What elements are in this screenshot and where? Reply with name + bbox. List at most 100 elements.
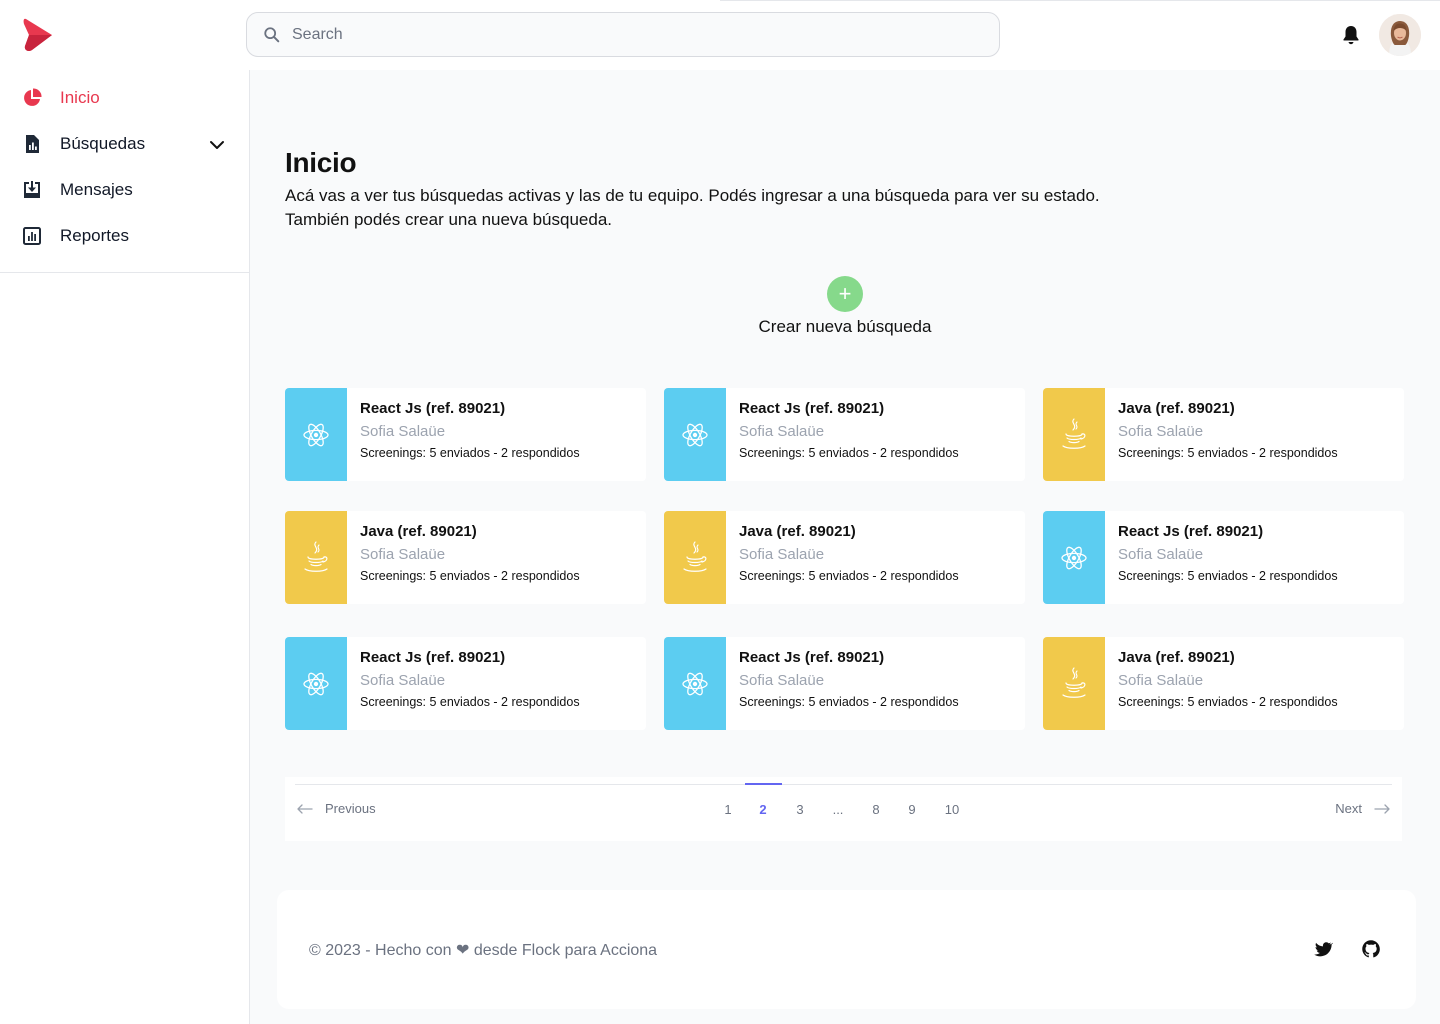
- document-chart-icon: [22, 134, 42, 154]
- sidebar-item-label: Búsquedas: [60, 134, 146, 153]
- card-info: Java (ref. 89021) Sofia Salaüe Screenings:…: [1105, 388, 1338, 481]
- next-label: Next: [1335, 801, 1362, 816]
- search-card[interactable]: React Js (ref. 89021) Sofia Salaüe Screeni…: [285, 637, 646, 730]
- card-info: React Js (ref. 89021) Sofia Salaüe Screeni…: [726, 637, 959, 730]
- card-stats: Screenings: 5 enviados - 2 respondidos: [739, 569, 959, 583]
- footer: © 2023 - Hecho con ❤ desde Flock para Ac…: [277, 890, 1416, 1009]
- notifications-button[interactable]: [1339, 23, 1363, 47]
- copyright-suffix: desde Flock para Acciona: [473, 942, 658, 959]
- twitter-icon[interactable]: [1313, 939, 1333, 959]
- card-stats: Screenings: 5 enviados - 2 respondidos: [360, 569, 580, 583]
- pagination-divider: [295, 784, 1392, 785]
- search-input[interactable]: [292, 25, 972, 44]
- card-owner: Sofia Salaüe: [360, 672, 446, 689]
- react-icon: [664, 388, 726, 481]
- footer-copyright: © 2023 - Hecho con ❤ desde Flock para Ac…: [309, 940, 657, 960]
- create-search-label: Crear nueva búsqueda: [758, 317, 932, 336]
- github-icon[interactable]: [1361, 939, 1381, 959]
- java-icon: [1043, 388, 1105, 481]
- card-owner: Sofia Salaüe: [1118, 423, 1204, 440]
- bell-icon: [1343, 26, 1359, 45]
- card-title: React Js (ref. 89021): [739, 400, 885, 417]
- sidebar-item-busquedas[interactable]: Búsquedas: [0, 121, 249, 167]
- card-info: Java (ref. 89021) Sofia Salaüe Screenings:…: [1105, 637, 1338, 730]
- sidebar-item-label: Mensajes: [60, 180, 133, 199]
- card-info: React Js (ref. 89021) Sofia Salaüe Screeni…: [726, 388, 959, 481]
- page-number[interactable]: 9: [908, 802, 915, 817]
- main-content: Inicio Acá vas a ver tus búsquedas activ…: [250, 70, 1440, 1024]
- page-numbers: 1 2 3... 8 9 10: [285, 802, 1402, 818]
- play-logo-icon: [23, 18, 52, 52]
- description-line-1: Acá vas a ver tus búsquedas activas y la…: [285, 186, 1100, 205]
- search-bar[interactable]: [246, 12, 1000, 57]
- card-info: Java (ref. 89021) Sofia Salaüe Screenings:…: [347, 511, 580, 604]
- top-divider: [720, 0, 1440, 1]
- card-title: React Js (ref. 89021): [360, 649, 506, 666]
- search-card[interactable]: React Js (ref. 89021) Sofia Salaüe Screeni…: [285, 388, 646, 481]
- card-stats: Screenings: 5 enviados - 2 respondidos: [360, 695, 580, 709]
- page-number[interactable]: 3: [796, 802, 803, 817]
- react-icon: [664, 637, 726, 730]
- avatar-photo: [1379, 14, 1421, 56]
- card-stats: Screenings: 5 enviados - 2 respondidos: [739, 446, 959, 460]
- page-number[interactable]: 8: [872, 802, 879, 817]
- pagination-active-indicator: [745, 783, 782, 785]
- pagination: Previous 1 2 3... 8 9 10 Next: [285, 777, 1402, 841]
- card-owner: Sofia Salaüe: [739, 672, 825, 689]
- card-title: Java (ref. 89021): [1118, 400, 1235, 417]
- java-icon: [1043, 637, 1105, 730]
- card-title: Java (ref. 89021): [1118, 649, 1235, 666]
- search-card[interactable]: React Js (ref. 89021) Sofia Salaüe Screeni…: [664, 637, 1025, 730]
- search-card[interactable]: Java (ref. 89021) Sofia Salaüe Screenings:…: [1043, 637, 1404, 730]
- card-title: React Js (ref. 89021): [360, 400, 506, 417]
- card-owner: Sofia Salaüe: [360, 546, 446, 563]
- card-owner: Sofia Salaüe: [1118, 672, 1204, 689]
- card-info: React Js (ref. 89021) Sofia Salaüe Screeni…: [347, 637, 580, 730]
- copyright-prefix: © 2023 - Hecho con: [309, 942, 452, 959]
- next-page-button[interactable]: Next: [1335, 801, 1390, 816]
- search-card[interactable]: Java (ref. 89021) Sofia Salaüe Screenings:…: [1043, 388, 1404, 481]
- card-stats: Screenings: 5 enviados - 2 respondidos: [1118, 569, 1338, 583]
- card-title: Java (ref. 89021): [739, 523, 856, 540]
- page-number[interactable]: 10: [945, 802, 959, 817]
- sidebar-item-mensajes[interactable]: Mensajes: [0, 167, 249, 213]
- page-ellipsis: ...: [832, 802, 844, 817]
- inbox-download-icon: [22, 180, 42, 200]
- react-icon: [1043, 511, 1105, 604]
- sidebar-item-label: Reportes: [60, 226, 129, 245]
- pie-chart-icon: [22, 88, 42, 108]
- plus-icon: +: [827, 276, 863, 312]
- page-description: Acá vas a ver tus búsquedas activas y la…: [285, 184, 1185, 232]
- page-number[interactable]: 1: [724, 802, 731, 817]
- card-owner: Sofia Salaüe: [739, 423, 825, 440]
- card-owner: Sofia Salaüe: [360, 423, 446, 440]
- react-icon: [285, 388, 347, 481]
- sidebar-item-label: Inicio: [60, 88, 100, 107]
- page-number[interactable]: 2: [759, 802, 766, 817]
- bar-chart-icon: [22, 226, 42, 246]
- card-info: React Js (ref. 89021) Sofia Salaüe Screeni…: [1105, 511, 1338, 604]
- card-stats: Screenings: 5 enviados - 2 respondidos: [360, 446, 580, 460]
- chevron-down-icon[interactable]: [208, 136, 226, 154]
- sidebar: Inicio Búsquedas Mensajes Reportes: [0, 70, 250, 1024]
- description-line-2: También podés crear una nueva búsqueda.: [285, 210, 613, 229]
- sidebar-item-inicio[interactable]: Inicio: [0, 75, 249, 121]
- card-stats: Screenings: 5 enviados - 2 respondidos: [739, 695, 959, 709]
- user-avatar[interactable]: [1379, 14, 1421, 56]
- top-bar: [0, 0, 1440, 70]
- search-card[interactable]: React Js (ref. 89021) Sofia Salaüe Screeni…: [664, 388, 1025, 481]
- create-search-button[interactable]: + Crear nueva búsqueda: [740, 276, 950, 337]
- heart-icon: ❤: [456, 942, 470, 959]
- search-card[interactable]: React Js (ref. 89021) Sofia Salaüe Screeni…: [1043, 511, 1404, 604]
- sidebar-nav: Inicio Búsquedas Mensajes Reportes: [0, 70, 249, 273]
- card-title: React Js (ref. 89021): [739, 649, 885, 666]
- search-icon: [264, 26, 280, 42]
- card-title: Java (ref. 89021): [360, 523, 477, 540]
- arrow-right-icon: [1374, 803, 1390, 814]
- sidebar-item-reportes[interactable]: Reportes: [0, 213, 249, 259]
- search-card[interactable]: Java (ref. 89021) Sofia Salaüe Screenings:…: [285, 511, 646, 604]
- java-icon: [285, 511, 347, 604]
- search-card[interactable]: Java (ref. 89021) Sofia Salaüe Screenings:…: [664, 511, 1025, 604]
- app-logo[interactable]: [22, 17, 54, 53]
- page-title: Inicio: [285, 147, 357, 178]
